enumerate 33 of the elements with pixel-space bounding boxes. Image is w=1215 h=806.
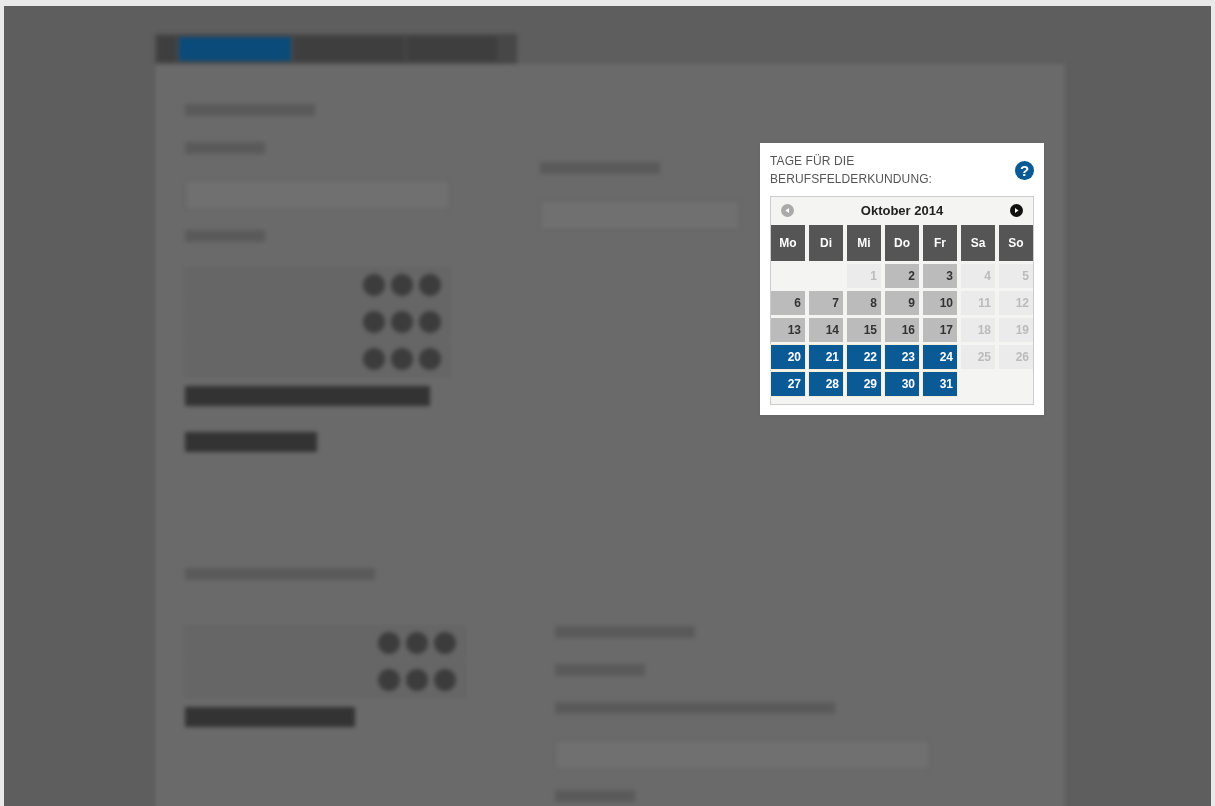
calendar-day[interactable]: 29 [847, 371, 881, 396]
weekday-header: Sa [961, 224, 995, 261]
calendar-day[interactable]: 2 [885, 263, 919, 288]
weekday-header: So [999, 224, 1033, 261]
weekday-header: Di [809, 224, 843, 261]
next-month-icon[interactable] [1010, 204, 1023, 218]
calendar-day[interactable]: 30 [885, 371, 919, 396]
weekday-header: Fr [923, 224, 957, 261]
calendar-day[interactable]: 22 [847, 344, 881, 369]
calendar-day[interactable]: 10 [923, 290, 957, 315]
calendar-day[interactable]: 3 [923, 263, 957, 288]
calendar-day[interactable]: 24 [923, 344, 957, 369]
calendar-day[interactable]: 7 [809, 290, 843, 315]
calendar-day[interactable]: 16 [885, 317, 919, 342]
calendar-day[interactable]: 20 [771, 344, 805, 369]
calendar-day[interactable]: 8 [847, 290, 881, 315]
calendar-day[interactable]: 23 [885, 344, 919, 369]
weekday-header: Mi [847, 224, 881, 261]
calendar-day[interactable]: 13 [771, 317, 805, 342]
help-button[interactable]: ? [1015, 160, 1034, 180]
popup-title: TAGE FÜR DIE BERUFSFELDERKUNDUNG: [770, 153, 934, 188]
calendar-day[interactable]: 17 [923, 317, 957, 342]
calendar-day[interactable]: 14 [809, 317, 843, 342]
calendar-day[interactable]: 21 [809, 344, 843, 369]
weekday-header: Do [885, 224, 919, 261]
calendar-day[interactable]: 6 [771, 290, 805, 315]
calendar-day[interactable]: 27 [771, 371, 805, 396]
month-title: Oktober 2014 [860, 202, 944, 220]
calendar-day[interactable]: 31 [923, 371, 957, 396]
calendar-day[interactable]: 15 [847, 317, 881, 342]
weekday-header: Mo [771, 224, 805, 261]
calendar-day[interactable]: 28 [809, 371, 843, 396]
calendar-day[interactable]: 9 [885, 290, 919, 315]
